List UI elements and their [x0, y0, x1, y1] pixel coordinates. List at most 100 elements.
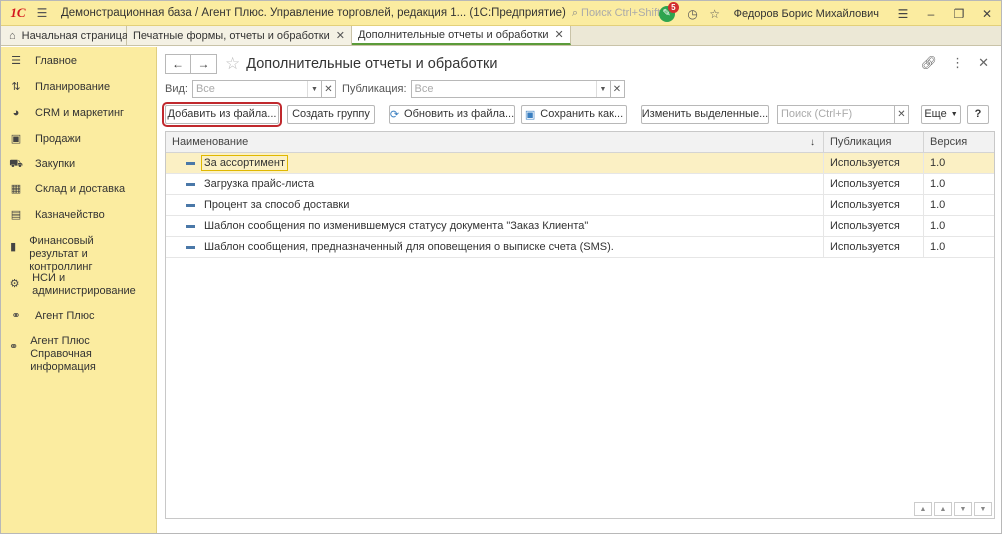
- link-icon[interactable]: 🔗︎: [921, 55, 938, 71]
- help-button[interactable]: ?: [967, 104, 989, 124]
- sidebar-item-sales[interactable]: ▣ Продажи: [1, 133, 89, 146]
- sort-down-icon: ↓: [810, 136, 815, 148]
- filter-kind-select[interactable]: Все ▼: [191, 80, 322, 98]
- cell-version: 1.0: [930, 157, 946, 169]
- scroll-top-icon[interactable]: ▲: [914, 502, 932, 516]
- settings-icon[interactable]: ☰: [889, 1, 917, 26]
- sidebar-item-crm[interactable]: ◕ CRM и маркетинг: [1, 107, 132, 120]
- planning-icon: ⇅: [11, 81, 21, 93]
- back-button[interactable]: ←: [165, 54, 191, 74]
- history-icon[interactable]: ◷: [684, 5, 702, 23]
- sidebar-item-label: Казначейство: [35, 209, 105, 221]
- change-selected-label: Изменить выделенные...: [641, 108, 769, 120]
- more-vertical-icon[interactable]: ⋮: [951, 55, 964, 71]
- row-name: Загрузка прайс-листа: [204, 178, 315, 190]
- add-from-file-label: Добавить из файла...: [167, 108, 277, 120]
- update-file-icon: ⟳: [389, 108, 400, 121]
- clear-filter-pub-button[interactable]: ✕: [610, 80, 625, 98]
- favorites-icon[interactable]: ☆: [706, 5, 724, 23]
- column-header-version[interactable]: Версия: [924, 132, 994, 152]
- cell-name: Процент за способ доставки: [166, 195, 824, 215]
- row-name: Процент за способ доставки: [204, 199, 350, 211]
- chevron-down-icon[interactable]: ▼: [595, 81, 610, 97]
- notifications-button[interactable]: ✎ 5: [656, 1, 679, 25]
- update-from-file-button[interactable]: ⟳ Обновить из файла...: [389, 104, 515, 124]
- tab-label: Дополнительные отчеты и обработки: [357, 28, 549, 41]
- page-title: Дополнительные отчеты и обработки: [246, 56, 498, 72]
- sidebar-item-nsi[interactable]: ⚙ НСИ и администрирование: [1, 272, 151, 298]
- scroll-down-icon[interactable]: ▼: [954, 502, 972, 516]
- tab-additional-reports[interactable]: Дополнительные отчеты и обработки ✕: [351, 26, 571, 45]
- user-name[interactable]: Федоров Борис Михайлович: [734, 8, 879, 20]
- column-header-name[interactable]: Наименование ↓: [166, 132, 824, 152]
- chevron-down-icon[interactable]: ▼: [306, 81, 321, 97]
- list-search-input[interactable]: Поиск (Ctrl+F): [777, 104, 895, 124]
- tab-home[interactable]: ⌂ Начальная страница: [1, 26, 128, 45]
- item-icon: [186, 224, 195, 228]
- tab-label: Печатные формы, отчеты и обработки: [133, 29, 330, 42]
- cell-publication: Используется: [824, 237, 924, 257]
- sidebar-item-planning[interactable]: ⇅ Планирование: [1, 81, 118, 94]
- clear-filter-kind-button[interactable]: ✕: [321, 80, 336, 98]
- sidebar: ☰ Главное ⇅ Планирование ◕ CRM и маркети…: [1, 47, 157, 533]
- save-as-button[interactable]: ▣ Сохранить как...: [521, 104, 627, 124]
- filters-row: Вид: Все ▼ ✕ Публикация: Все ▼ ✕: [165, 80, 631, 98]
- add-from-file-button[interactable]: Добавить из файла...: [162, 101, 282, 127]
- table-row[interactable]: Шаблон сообщения, предназначенный для оп…: [166, 237, 994, 258]
- filter-pub-label: Публикация:: [341, 83, 407, 95]
- sidebar-item-purchases[interactable]: ⛟ Закупки: [1, 158, 83, 171]
- scroll-bottom-icon[interactable]: ▼: [974, 502, 992, 516]
- treasury-icon: ▤: [10, 209, 22, 221]
- menu-icon: ☰: [11, 55, 21, 67]
- more-button[interactable]: Еще ▼: [921, 104, 961, 124]
- arrow-left-icon: ←: [172, 57, 184, 71]
- sidebar-item-treasury[interactable]: ▤ Казначейство: [1, 209, 113, 222]
- main-menu-icon[interactable]: ☰: [33, 4, 51, 22]
- sidebar-item-agent-plus[interactable]: ⚭ Агент Плюс: [1, 310, 102, 323]
- close-icon[interactable]: ✕: [978, 55, 989, 71]
- change-selected-button[interactable]: Изменить выделенные...: [641, 104, 769, 124]
- title-bar: 1С ☰ Демонстрационная база / Агент Плюс.…: [1, 1, 1001, 26]
- search-icon: ⌕: [571, 6, 579, 19]
- cell-name: Шаблон сообщения, предназначенный для оп…: [166, 237, 824, 257]
- link-icon: ⚭: [11, 310, 21, 322]
- cell-version: 1.0: [930, 199, 946, 211]
- forward-button[interactable]: →: [191, 54, 217, 74]
- gear-icon: ⚙: [9, 278, 20, 290]
- item-icon: [186, 245, 195, 249]
- close-icon[interactable]: ✕: [973, 1, 1001, 26]
- sidebar-item-label: Закупки: [35, 158, 76, 170]
- help-label: ?: [974, 108, 982, 120]
- table-row[interactable]: Процент за способ доставки Используется …: [166, 195, 994, 216]
- titlebar-right: ✎ 5 ◷ ☆ Федоров Борис Михайлович ☰ – ❐ ✕: [656, 1, 1001, 26]
- tab-print-forms[interactable]: Печатные формы, отчеты и обработки ✕: [127, 26, 352, 45]
- command-bar: Добавить из файла... Создать группу ⟳ Об…: [162, 101, 989, 127]
- save-as-label: Сохранить как...: [540, 108, 624, 120]
- column-header-publication[interactable]: Публикация: [824, 132, 924, 152]
- sidebar-item-agent-plus-reference[interactable]: ⚭ Агент Плюс Справочная информация: [1, 335, 151, 374]
- close-tab-icon[interactable]: ✕: [336, 29, 345, 42]
- save-icon: ▣: [524, 108, 536, 121]
- form-header-actions: 🔗︎ ⋮ ✕: [921, 55, 989, 71]
- warehouse-icon: ▦: [10, 183, 22, 195]
- scroll-up-icon[interactable]: ▲: [934, 502, 952, 516]
- sidebar-item-main[interactable]: ☰ Главное: [1, 55, 85, 68]
- clear-search-button[interactable]: ✕: [895, 104, 909, 124]
- favorite-star-icon[interactable]: ☆: [225, 54, 240, 74]
- sidebar-item-warehouse[interactable]: ▦ Склад и доставка: [1, 183, 133, 196]
- more-label: Еще: [924, 108, 947, 120]
- item-icon: [186, 203, 195, 207]
- cell-name: Загрузка прайс-листа: [166, 174, 824, 194]
- table-row[interactable]: Загрузка прайс-листа Используется 1.0: [166, 174, 994, 195]
- close-tab-icon[interactable]: ✕: [555, 28, 564, 41]
- maximize-icon[interactable]: ❐: [945, 1, 973, 26]
- table-row[interactable]: Шаблон сообщения по изменившемуся статус…: [166, 216, 994, 237]
- sidebar-item-finance[interactable]: ▮ Финансовый результат и контроллинг: [1, 235, 151, 274]
- create-group-button[interactable]: Создать группу: [287, 104, 375, 124]
- minimize-icon[interactable]: –: [917, 1, 945, 26]
- filter-publication-select[interactable]: Все ▼: [410, 80, 611, 98]
- sidebar-item-label: НСИ и администрирование: [32, 272, 136, 297]
- chevron-down-icon: ▼: [950, 110, 958, 118]
- table-header: Наименование ↓ Публикация Версия: [166, 132, 994, 153]
- table-row[interactable]: За ассортимент Используется 1.0: [166, 153, 994, 174]
